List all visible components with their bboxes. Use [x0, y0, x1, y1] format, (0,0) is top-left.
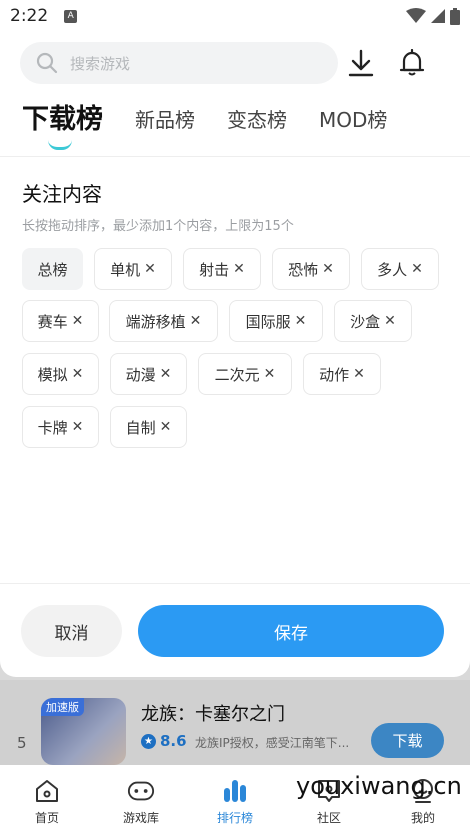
chip-label: 自制 — [125, 418, 156, 437]
wifi-icon — [406, 8, 426, 23]
chip-label: 单机 — [110, 260, 141, 279]
remove-icon[interactable]: ✕ — [72, 366, 84, 382]
nav-label: 社区 — [316, 811, 341, 825]
active-tab-indicator — [48, 140, 72, 150]
search-row: 搜索游戏 — [20, 42, 450, 84]
list-item[interactable]: 5 加速版 龙族：卡塞尔之门 ★ 8.6 龙族IP授权，感受江南笔下... 下载 — [0, 680, 470, 765]
chip-label: 多人 — [377, 260, 408, 279]
chip-label: 模拟 — [37, 365, 68, 384]
search-input[interactable]: 搜索游戏 — [20, 42, 338, 84]
nav-ranking[interactable]: 排行榜 — [188, 765, 282, 835]
download-icon — [348, 49, 374, 77]
game-score: ★ 8.6 — [141, 732, 187, 750]
nav-label: 首页 — [34, 811, 59, 825]
nav-label: 游戏库 — [122, 811, 159, 825]
chip-action[interactable]: 动作 ✕ — [303, 353, 381, 395]
game-icon: 加速版 — [41, 698, 126, 765]
ranking-tabs: 下载榜 新品榜 变态榜 MOD榜 — [22, 102, 419, 150]
chip-label: 端游移植 — [125, 312, 186, 331]
speed-badge: 加速版 — [41, 698, 84, 716]
chip-label: 射击 — [199, 260, 230, 279]
chip-label: 国际服 — [245, 312, 291, 331]
chip-label: 动作 — [319, 365, 350, 384]
remove-icon[interactable]: ✕ — [411, 261, 423, 277]
tab-download-ranking[interactable]: 下载榜 — [22, 102, 103, 150]
chip-label: 二次元 — [214, 365, 260, 384]
chip-global-server[interactable]: 国际服 ✕ — [229, 300, 323, 342]
chip-label: 赛车 — [37, 312, 68, 331]
remove-icon[interactable]: ✕ — [144, 261, 156, 277]
status-icons — [406, 7, 460, 25]
battery-icon — [450, 7, 460, 25]
divider — [0, 156, 470, 157]
section-hint: 长按拖动排序，最少添加1个内容，上限为15个 — [22, 219, 294, 234]
watermark: youxiwang.cn — [296, 772, 462, 800]
rank-number: 5 — [17, 734, 27, 752]
bell-icon — [399, 49, 425, 76]
remove-icon[interactable]: ✕ — [353, 366, 365, 382]
remove-icon[interactable]: ✕ — [264, 366, 276, 382]
save-button[interactable]: 保存 — [138, 605, 444, 657]
chip-homemade[interactable]: 自制 ✕ — [110, 406, 187, 448]
cancel-button[interactable]: 取消 — [21, 605, 122, 657]
tab-bt-ranking[interactable]: 变态榜 — [227, 102, 287, 138]
tab-new-ranking[interactable]: 新品榜 — [135, 102, 195, 138]
tab-label: 下载榜 — [22, 104, 103, 135]
remove-icon[interactable]: ✕ — [72, 419, 84, 435]
download-manager-button[interactable] — [345, 46, 377, 80]
notification-button[interactable] — [396, 46, 428, 80]
signal-icon — [431, 9, 445, 23]
nav-game-library[interactable]: 游戏库 — [94, 765, 188, 835]
search-placeholder: 搜索游戏 — [70, 54, 131, 73]
chip-shooter[interactable]: 射击 ✕ — [183, 248, 261, 290]
remove-icon[interactable]: ✕ — [384, 313, 396, 329]
chip-horror[interactable]: 恐怖 ✕ — [272, 248, 350, 290]
score-value: 8.6 — [160, 732, 187, 750]
chip-pc-port[interactable]: 端游移植 ✕ — [109, 300, 218, 342]
download-button[interactable]: 下载 — [371, 723, 444, 758]
remove-icon[interactable]: ✕ — [160, 419, 172, 435]
remove-icon[interactable]: ✕ — [233, 261, 245, 277]
chip-card[interactable]: 卡牌 ✕ — [22, 406, 99, 448]
tab-mod-ranking[interactable]: MOD榜 — [319, 102, 387, 138]
notification-a-icon: A — [64, 9, 78, 23]
chip-label: 总榜 — [37, 260, 68, 279]
game-description: 龙族IP授权，感受江南笔下... — [195, 736, 350, 750]
chip-label: 卡牌 — [37, 418, 68, 437]
chip-acg[interactable]: 二次元 ✕ — [198, 353, 292, 395]
divider — [0, 583, 470, 584]
status-time: 2:22 — [10, 6, 49, 26]
remove-icon[interactable]: ✕ — [322, 261, 334, 277]
nav-label: 排行榜 — [216, 811, 253, 825]
status-bar: 2:22 A — [0, 0, 470, 32]
chip-single-player[interactable]: 单机 ✕ — [94, 248, 172, 290]
search-icon — [36, 52, 58, 74]
nav-label: 我的 — [410, 811, 435, 825]
chip-label: 恐怖 — [288, 260, 319, 279]
chip-racing[interactable]: 赛车 ✕ — [22, 300, 99, 342]
chip-sandbox[interactable]: 沙盒 ✕ — [334, 300, 412, 342]
follow-settings-sheet: 搜索游戏 下载榜 新品榜 变态榜 MOD榜 关注内容 长按拖动排序，最少添加1个… — [0, 32, 470, 677]
gamepad-icon — [127, 777, 155, 805]
chip-simulation[interactable]: 模拟 ✕ — [22, 353, 99, 395]
remove-icon[interactable]: ✕ — [72, 313, 84, 329]
game-name: 龙族：卡塞尔之门 — [141, 704, 285, 725]
chip-label: 沙盒 — [350, 312, 381, 331]
remove-icon[interactable]: ✕ — [190, 313, 202, 329]
remove-icon[interactable]: ✕ — [160, 366, 172, 382]
star-icon: ★ — [141, 733, 156, 749]
chip-label: 动漫 — [125, 365, 156, 384]
ranking-icon — [221, 777, 249, 805]
chip-overall[interactable]: 总榜 — [22, 248, 83, 290]
section-title: 关注内容 — [22, 182, 102, 206]
chip-anime[interactable]: 动漫 ✕ — [110, 353, 187, 395]
remove-icon[interactable]: ✕ — [295, 313, 307, 329]
nav-home[interactable]: 首页 — [0, 765, 94, 835]
chip-multiplayer[interactable]: 多人 ✕ — [361, 248, 439, 290]
home-icon — [33, 777, 61, 805]
